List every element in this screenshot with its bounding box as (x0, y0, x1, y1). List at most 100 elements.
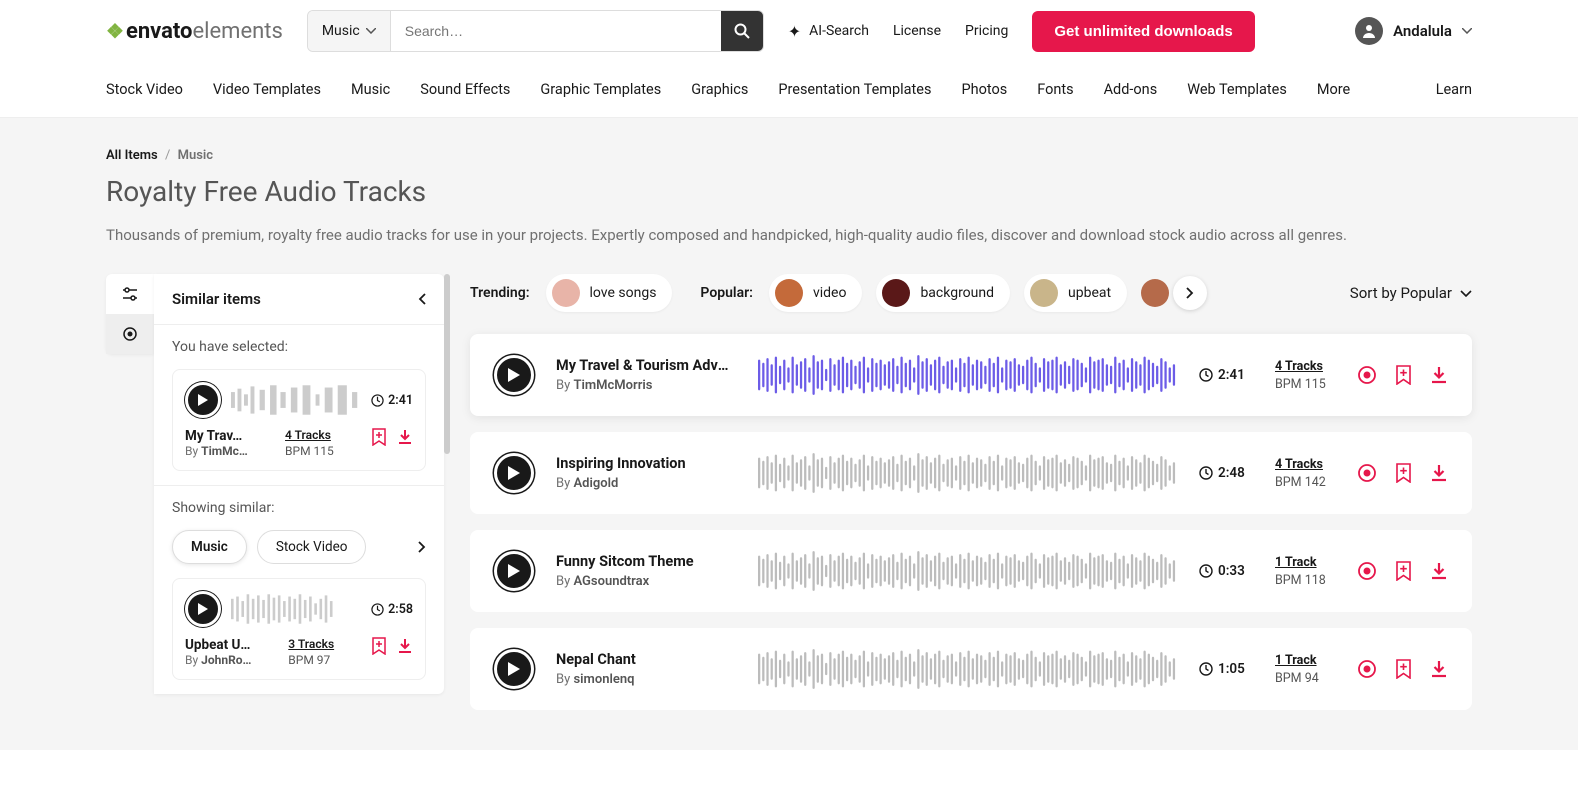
duration-value: 2:58 (388, 602, 413, 617)
track-duration: 2:41 (1199, 367, 1253, 383)
download-button[interactable] (1430, 366, 1448, 384)
similar-button[interactable] (1357, 463, 1377, 483)
play-button[interactable] (494, 453, 534, 493)
selected-title: My Trav… (185, 428, 248, 444)
ai-search-link[interactable]: ✦ AI-Search (788, 22, 869, 41)
header: ❖ envatoelements Music ✦ AI-Search Licen… (0, 0, 1578, 62)
nav-music[interactable]: Music (351, 81, 390, 98)
nav-photos[interactable]: Photos (961, 81, 1007, 98)
track-meta: My Travel & Tourism Adven… By TimMcMorri… (556, 357, 736, 393)
tracks-count[interactable]: 4 Tracks (285, 428, 334, 442)
similar-button[interactable] (1357, 561, 1377, 581)
play-button[interactable] (494, 355, 534, 395)
waveform[interactable] (758, 646, 1177, 692)
add-collection-button[interactable] (1395, 463, 1412, 483)
bookmark-add-icon (1395, 659, 1412, 679)
bpm-value: BPM 115 (285, 444, 334, 458)
sidebar-title: Similar items (172, 290, 261, 308)
add-collection-button[interactable] (371, 428, 387, 446)
crumb-root[interactable]: All Items (106, 148, 158, 163)
chip-stock-video[interactable]: Stock Video (257, 530, 367, 564)
track-title[interactable]: Inspiring Innovation (556, 455, 736, 472)
add-collection-button[interactable] (1395, 561, 1412, 581)
pills-scroll-right[interactable] (1173, 276, 1207, 310)
add-collection-button[interactable] (1395, 365, 1412, 385)
track-author[interactable]: By TimMcMorris (556, 378, 736, 393)
waveform[interactable] (758, 450, 1177, 496)
play-button[interactable] (185, 591, 221, 627)
nav-presentation-templates[interactable]: Presentation Templates (778, 81, 931, 98)
showing-label: Showing similar: (172, 500, 426, 516)
tracks-count[interactable]: 1 Track (1275, 555, 1335, 570)
pricing-link[interactable]: Pricing (965, 23, 1008, 39)
clock-icon (371, 603, 384, 616)
nav-video-templates[interactable]: Video Templates (213, 81, 321, 98)
tracks-count[interactable]: 4 Tracks (1275, 457, 1335, 472)
nav-stock-video[interactable]: Stock Video (106, 81, 183, 98)
track-author[interactable]: By Adigold (556, 476, 736, 491)
track-title[interactable]: My Travel & Tourism Adven… (556, 357, 736, 374)
track-title[interactable]: Nepal Chant (556, 651, 736, 668)
nav-graphic-templates[interactable]: Graphic Templates (540, 81, 661, 98)
nav-add-ons[interactable]: Add-ons (1104, 81, 1158, 98)
download-icon (1430, 464, 1448, 482)
waveform (231, 383, 361, 417)
sidebar-scrollbar[interactable] (444, 274, 450, 454)
play-button[interactable] (185, 382, 221, 418)
play-button[interactable] (494, 551, 534, 591)
search-input[interactable] (391, 11, 721, 51)
tracks-count[interactable]: 1 Track (1275, 653, 1335, 668)
download-button[interactable] (1430, 464, 1448, 482)
tracks-count[interactable]: 4 Tracks (1275, 359, 1335, 374)
download-button[interactable] (397, 638, 413, 654)
filter-row: Trending: love songs Popular: video back… (470, 274, 1472, 312)
similar-button[interactable] (1357, 365, 1377, 385)
chevron-right-icon (418, 541, 426, 553)
nav-more[interactable]: More (1317, 81, 1350, 98)
waveform[interactable] (758, 352, 1177, 398)
nav-fonts[interactable]: Fonts (1037, 81, 1073, 98)
search-button[interactable] (721, 11, 763, 51)
waveform[interactable] (758, 548, 1177, 594)
download-button[interactable] (1430, 660, 1448, 678)
download-button[interactable] (1430, 562, 1448, 580)
nav-web-templates[interactable]: Web Templates (1187, 81, 1287, 98)
nav-learn[interactable]: Learn (1436, 81, 1472, 98)
track-title[interactable]: Funny Sitcom Theme (556, 553, 736, 570)
logo[interactable]: ❖ envatoelements (106, 19, 283, 44)
chip-music[interactable]: Music (172, 530, 247, 564)
filter-icon-button[interactable] (106, 274, 154, 314)
license-link[interactable]: License (893, 23, 941, 39)
tracks-count[interactable]: 3 Tracks (288, 637, 334, 651)
cta-button[interactable]: Get unlimited downloads (1032, 11, 1254, 52)
track-duration: 1:05 (1199, 661, 1253, 677)
pill-avatar-extra[interactable] (1141, 279, 1169, 307)
search-category-dropdown[interactable]: Music (308, 11, 391, 51)
track-author[interactable]: By simonlenq (556, 672, 736, 687)
crumb-sep: / (165, 148, 170, 163)
add-collection-button[interactable] (1395, 659, 1412, 679)
bpm-value: BPM 94 (1275, 671, 1335, 686)
pill-background[interactable]: background (876, 274, 1010, 312)
track-meta: Funny Sitcom Theme By AGsoundtrax (556, 553, 736, 589)
selected-track-card: 2:41 My Trav… By TimMc… 4 Tracks BPM 115 (172, 369, 426, 471)
chevron-down-icon (1460, 290, 1472, 297)
account-menu[interactable]: Andalula (1355, 17, 1472, 45)
pill-upbeat[interactable]: upbeat (1024, 274, 1127, 312)
chips-scroll-right[interactable] (418, 541, 426, 553)
download-button[interactable] (397, 429, 413, 445)
pill-video[interactable]: video (769, 274, 863, 312)
pill-love-songs[interactable]: love songs (546, 274, 673, 312)
track-author[interactable]: By AGsoundtrax (556, 574, 736, 589)
similar-icon (1357, 365, 1377, 385)
play-button[interactable] (494, 649, 534, 689)
nav-graphics[interactable]: Graphics (691, 81, 748, 98)
similar-icon-button[interactable] (106, 314, 154, 354)
collapse-button[interactable] (418, 293, 426, 305)
similar-button[interactable] (1357, 659, 1377, 679)
chevron-right-icon (1186, 287, 1194, 299)
sort-dropdown[interactable]: Sort by Popular (1350, 284, 1472, 302)
add-collection-button[interactable] (371, 637, 387, 655)
nav-sound-effects[interactable]: Sound Effects (420, 81, 510, 98)
popular-label: Popular: (700, 285, 753, 301)
